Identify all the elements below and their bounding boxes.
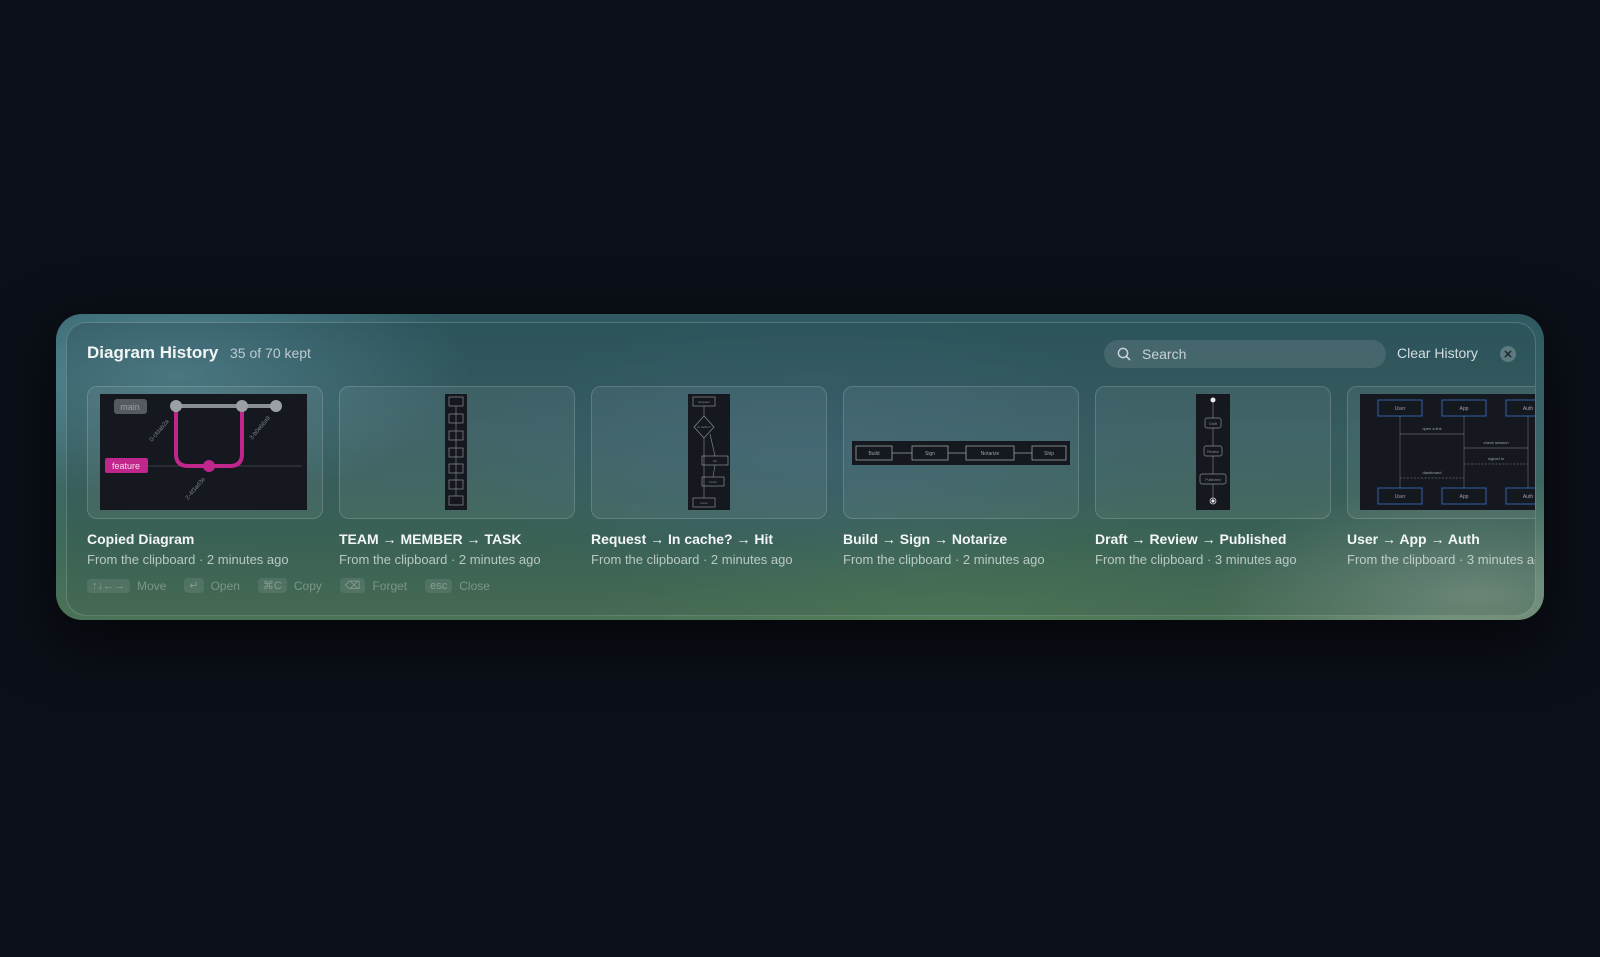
card-subtitle: From the clipboard · 2 minutes ago xyxy=(87,552,289,567)
diagram-card[interactable]: User App Auth open a link check session … xyxy=(1347,386,1536,567)
diagram-thumbnail: main feature 0-cfdab2a 3-b0e66a9 2-4f3ad… xyxy=(87,386,323,519)
card-title: Copied Diagram xyxy=(87,531,195,547)
diagram-card[interactable]: Draft Review Published Draft → Review → … xyxy=(1095,386,1331,567)
card-subtitle: From the clipboard · 3 minutes ago xyxy=(1347,552,1536,567)
card-subtitle: From the clipboard · 3 minutes ago xyxy=(1095,552,1297,567)
panel-title: Diagram History xyxy=(87,343,219,362)
diagram-card[interactable]: Request In cache? Hit Fetch Done Request… xyxy=(591,386,827,567)
diagram-thumbnail: Request In cache? Hit Fetch Done xyxy=(591,386,827,519)
message-label: open a link xyxy=(1422,426,1441,431)
escape-key-icon: esc xyxy=(425,578,453,593)
diagram-thumbnail: Build Sign Notarize Ship xyxy=(843,386,1079,519)
node-label: Ship xyxy=(1044,451,1054,457)
node-label: In cache? xyxy=(697,425,710,429)
node-label: Draft xyxy=(1209,422,1217,426)
commit-label: 0-cfdab2a xyxy=(149,418,171,443)
diagram-thumbnail: Draft Review Published xyxy=(1095,386,1331,519)
node-label: Review xyxy=(1207,450,1219,454)
card-subtitle: From the clipboard · 2 minutes ago xyxy=(591,552,793,567)
return-key-icon: ↵ xyxy=(184,578,204,593)
node-label: Request xyxy=(698,400,709,404)
node-label: Hit xyxy=(713,459,717,463)
shortcut-label: Open xyxy=(210,578,240,593)
message-label: signed in xyxy=(1488,456,1504,461)
search-icon xyxy=(1116,346,1132,362)
actor-label: App xyxy=(1460,406,1469,412)
diagram-card[interactable]: TEAM → MEMBER → TASK From the clipboard … xyxy=(339,386,575,567)
close-button[interactable] xyxy=(1500,346,1516,362)
actor-label: User xyxy=(1395,406,1406,412)
diagram-history-panel: Diagram History 35 of 70 kept Clear Hist… xyxy=(66,322,1536,616)
node-label: Notarize xyxy=(981,451,1000,457)
shortcut-label: Copy xyxy=(293,578,322,593)
pipeline-preview: Build Sign Notarize Ship xyxy=(855,445,1067,461)
shortcut-copy: ⌘C Copy xyxy=(257,578,322,593)
er-diagram-preview xyxy=(448,396,464,506)
node-label: Done xyxy=(700,501,708,505)
close-icon xyxy=(1504,350,1512,358)
card-title: TEAM → MEMBER → TASK xyxy=(339,531,522,547)
state-diagram-preview: Draft Review Published xyxy=(1199,397,1227,505)
main-branch-label: main xyxy=(120,402,140,412)
search-box[interactable] xyxy=(1104,340,1386,368)
clear-history-button[interactable]: Clear History xyxy=(1397,345,1478,361)
shortcut-label: Close xyxy=(459,578,490,593)
search-input[interactable] xyxy=(1140,345,1374,363)
diagram-thumbnail xyxy=(339,386,575,519)
shortcut-open: ↵ Open xyxy=(184,578,240,593)
shortcut-label: Move xyxy=(137,578,167,593)
card-title: Request → In cache? → Hit xyxy=(591,531,774,547)
message-label: dashboard xyxy=(1423,470,1442,475)
flowchart-preview: Request In cache? Hit Fetch Done xyxy=(692,396,729,508)
sequence-diagram-preview: User App Auth open a link check session … xyxy=(1377,399,1535,505)
actor-label: App xyxy=(1460,494,1469,500)
actor-label: Auth xyxy=(1523,494,1534,500)
card-title: Build → Sign → Notarize xyxy=(843,531,1008,547)
node-label: Sign xyxy=(925,451,935,457)
actor-label: User xyxy=(1395,494,1406,500)
diagram-card[interactable]: main feature 0-cfdab2a 3-b0e66a9 2-4f3ad… xyxy=(87,386,323,567)
commit-label: 2-4f3ad3e xyxy=(185,476,207,501)
node-label: Build xyxy=(868,451,879,457)
node-label: Published xyxy=(1205,478,1220,482)
shortcut-forget: ⌫ Forget xyxy=(339,578,408,593)
commit-label: 3-b0e66a9 xyxy=(249,415,272,441)
shortcut-move: ↑↓←→ Move xyxy=(87,578,167,593)
diagram-card[interactable]: Build Sign Notarize Ship Build → Sign → … xyxy=(843,386,1079,567)
command-c-key-icon: ⌘C xyxy=(257,578,287,593)
message-label: check session xyxy=(1483,440,1508,445)
feature-branch-label: feature xyxy=(112,461,140,471)
history-count: 35 of 70 kept xyxy=(230,345,311,361)
card-subtitle: From the clipboard · 2 minutes ago xyxy=(339,552,541,567)
diagram-thumbnail: User App Auth open a link check session … xyxy=(1347,386,1535,519)
card-title: User → App → Auth xyxy=(1347,531,1480,547)
card-title: Draft → Review → Published xyxy=(1095,531,1287,547)
git-graph-preview: main feature 0-cfdab2a 3-b0e66a9 2-4f3ad… xyxy=(105,399,302,501)
shortcut-close: esc Close xyxy=(425,578,490,593)
shortcut-label: Forget xyxy=(372,578,408,593)
keyboard-shortcuts-bar: ↑↓←→ Move ↵ Open ⌘C Copy ⌫ Forget esc Cl… xyxy=(87,578,508,593)
actor-label: Auth xyxy=(1523,406,1534,412)
card-subtitle: From the clipboard · 2 minutes ago xyxy=(843,552,1045,567)
diagram-card-list: main feature 0-cfdab2a 3-b0e66a9 2-4f3ad… xyxy=(87,386,1536,567)
arrow-keys-icon: ↑↓←→ xyxy=(87,578,130,593)
delete-key-icon: ⌫ xyxy=(339,578,366,593)
node-label: Fetch xyxy=(709,480,717,484)
